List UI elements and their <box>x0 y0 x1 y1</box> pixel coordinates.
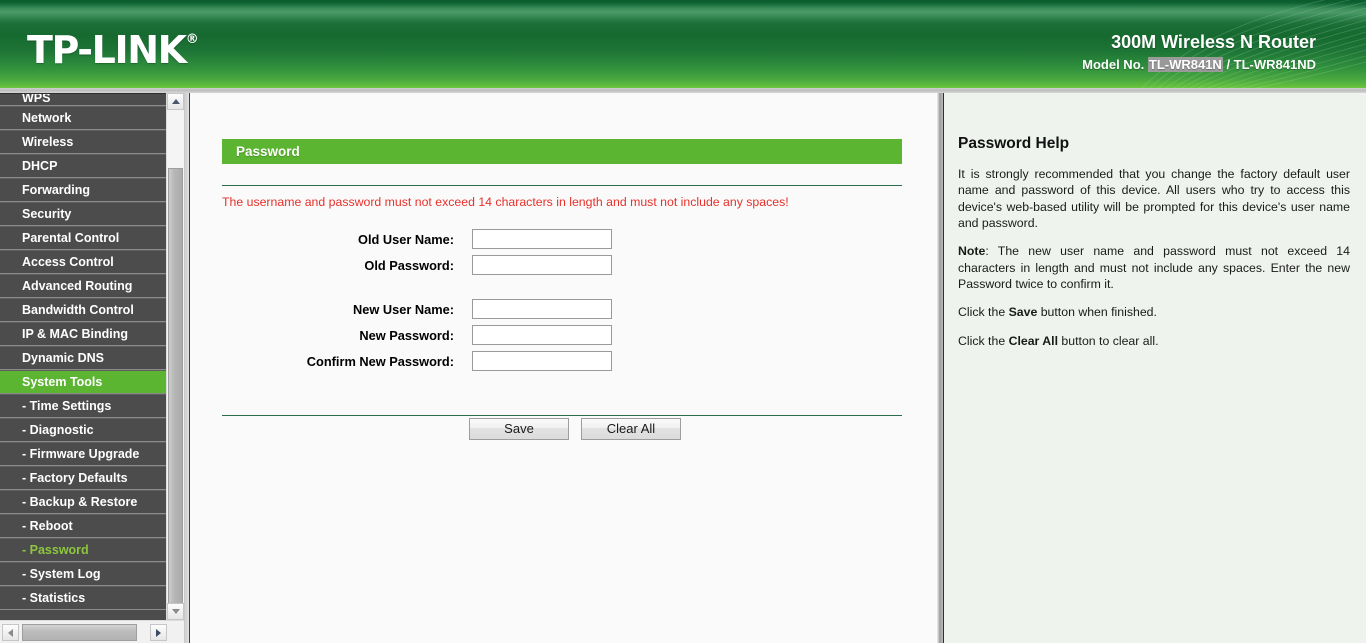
triangle-up-icon <box>171 99 180 104</box>
sidebar-item-network[interactable]: Network <box>0 106 166 130</box>
scrollbar-thumb-vertical[interactable] <box>168 168 183 608</box>
help-paragraph-save: Click the Save button when finished. <box>958 304 1350 320</box>
help-clear-post: button to clear all. <box>1058 333 1159 348</box>
sidebar-item-parental-control[interactable]: Parental Control <box>0 226 166 250</box>
sidebar-item-bandwidth-control[interactable]: Bandwidth Control <box>0 298 166 322</box>
help-clear-bold: Clear All <box>1008 333 1059 348</box>
logo-text: TP-LINK <box>27 28 187 72</box>
old-user-name-input[interactable] <box>472 229 612 249</box>
content-divider-bottom <box>222 415 902 416</box>
scroll-down-button[interactable] <box>167 603 184 620</box>
sidebar-item-statistics[interactable]: - Statistics <box>0 586 166 610</box>
help-title: Password Help <box>958 135 1070 152</box>
field-label: Confirm New Password: <box>306 353 454 369</box>
sidebar-item-factory-defaults[interactable]: - Factory Defaults <box>0 466 166 490</box>
sidebar-item-advanced-routing[interactable]: Advanced Routing <box>0 274 166 298</box>
field-label: New Password: <box>359 327 454 343</box>
help-paragraph-clear: Click the Clear All button to clear all. <box>958 333 1350 349</box>
model-number-rest: / TL-WR841ND <box>1222 56 1316 72</box>
sidebar-nav: WPS Network Wireless DHCP Forwarding Security… <box>0 93 166 620</box>
sidebar-item-reboot[interactable]: - Reboot <box>0 514 166 538</box>
help-save-post: button when finished. <box>1037 305 1157 320</box>
help-save-bold: Save <box>1008 305 1038 320</box>
model-number-selected: TL-WR841N <box>1147 56 1223 72</box>
page-title-bar: Password <box>222 139 902 164</box>
triangle-right-icon <box>156 628 161 637</box>
sidebar-item-time-settings[interactable]: - Time Settings <box>0 394 166 418</box>
sidebar-item-firmware-upgrade[interactable]: - Firmware Upgrade <box>0 442 166 466</box>
save-button[interactable]: Save <box>469 418 569 440</box>
sidebar-item-wps[interactable]: WPS <box>0 94 166 106</box>
page-title: Password <box>236 144 300 159</box>
confirm-new-password-input[interactable] <box>472 351 612 371</box>
sidebar-item-forwarding[interactable]: Forwarding <box>0 178 166 202</box>
help-save-pre: Click the <box>958 305 1009 320</box>
sidebar-item-wireless[interactable]: Wireless <box>0 130 166 154</box>
sidebar-item-dhcp[interactable]: DHCP <box>0 154 166 178</box>
scroll-left-button[interactable] <box>2 624 19 641</box>
model-number-line: Model No. TL-WR841N / TL-WR841ND <box>1082 56 1316 74</box>
sidebar-item-security[interactable]: Security <box>0 202 166 226</box>
sidebar-item-backup-restore[interactable]: - Backup & Restore <box>0 490 166 514</box>
tplink-logo: TP-LINK® <box>27 31 199 69</box>
sidebar-vertical-scrollbar[interactable] <box>166 93 184 620</box>
triangle-down-icon <box>171 609 180 614</box>
form-row: Old User Name: <box>222 229 612 249</box>
help-paragraph-note: Note: The new user name and password mus… <box>958 243 1350 292</box>
sidebar-item-ip-mac-binding[interactable]: IP & MAC Binding <box>0 322 166 346</box>
help-panel: Password Help It is strongly recommended… <box>943 93 1366 643</box>
new-user-name-input[interactable] <box>472 299 612 319</box>
product-title: 300M Wireless N Router <box>1111 32 1316 52</box>
scrollbar-thumb-horizontal[interactable] <box>22 624 137 641</box>
scroll-up-button[interactable] <box>167 93 184 110</box>
field-label: New User Name: <box>353 301 454 317</box>
help-note-label: Note <box>958 244 986 259</box>
page-header: TP-LINK® 300M Wireless N Router Model No… <box>0 0 1366 88</box>
sidebar-item-system-log[interactable]: - System Log <box>0 562 166 586</box>
old-password-input[interactable] <box>472 255 612 275</box>
sidebar-horizontal-scrollbar[interactable] <box>0 620 184 643</box>
scroll-right-button[interactable] <box>150 624 167 641</box>
help-note-body: : The new user name and password must no… <box>958 244 1350 292</box>
form-row: New User Name: <box>222 299 612 319</box>
field-label: Old User Name: <box>357 231 454 247</box>
sidebar-item-diagnostic[interactable]: - Diagnostic <box>0 418 166 442</box>
help-paragraph-intro: It is strongly recommended that you chan… <box>958 167 1350 231</box>
field-label: Old Password: <box>364 257 454 273</box>
warning-message: The username and password must not excee… <box>222 195 789 209</box>
content-divider-top <box>222 185 902 186</box>
clear-all-button[interactable]: Clear All <box>581 418 681 440</box>
model-prefix-label: Model No. <box>1082 56 1145 72</box>
sidebar-item-system-tools[interactable]: System Tools <box>0 370 166 394</box>
model-info: 300M Wireless N Router Model No. TL-WR84… <box>1082 31 1316 74</box>
triangle-left-icon <box>8 628 13 637</box>
sidebar-item-access-control[interactable]: Access Control <box>0 250 166 274</box>
form-actions: Save Clear All <box>222 418 902 440</box>
new-password-input[interactable] <box>472 325 612 345</box>
form-row: Old Password: <box>222 255 612 275</box>
main-content: Password The username and password must … <box>189 93 937 643</box>
form-row: New Password: <box>222 325 612 345</box>
router-admin-page: TP-LINK® 300M Wireless N Router Model No… <box>0 0 1366 643</box>
sidebar-item-dynamic-dns[interactable]: Dynamic DNS <box>0 346 166 370</box>
form-row: Confirm New Password: <box>222 351 612 371</box>
logo-registered-mark: ® <box>185 32 199 47</box>
help-clear-pre: Click the <box>958 333 1009 348</box>
sidebar-item-password[interactable]: - Password <box>0 538 166 562</box>
